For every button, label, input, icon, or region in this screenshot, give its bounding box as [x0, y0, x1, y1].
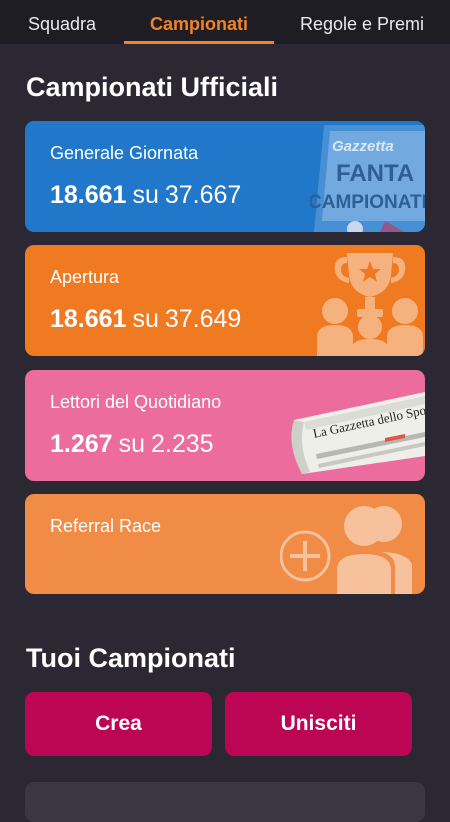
league-rank: 18.661 su 37.667 [50, 181, 241, 210]
league-card-apertura[interactable]: Apertura 18.661 su 37.649 [25, 245, 425, 356]
rank-position: 1.267 [50, 430, 113, 458]
league-name: Apertura [50, 267, 120, 287]
league-name: Lettori del Quotidiano [50, 392, 222, 412]
league-rank: 18.661 su 37.649 [50, 305, 241, 334]
league-name: Referral Race [50, 516, 162, 536]
trophy-team-icon [317, 253, 423, 356]
top-tab-bar: Squadra Campionati Regole e Premi [0, 0, 450, 44]
rank-separator: su [132, 181, 159, 209]
badge-fanta-text: FANTA [336, 160, 414, 187]
newspaper-icon: La Gazzetta dello Sport [291, 392, 425, 474]
league-card-generale-giornata[interactable]: Generale Giornata 18.661 su 37.667 Gazzett… [25, 121, 425, 232]
league-card-lettori-quotidiano[interactable]: Lettori del Quotidiano 1.267 su 2.235 La G… [25, 370, 425, 481]
tab-squadra[interactable]: Squadra [0, 0, 124, 44]
rank-separator: su [132, 305, 159, 333]
league-card-referral-race[interactable]: Referral Race [25, 494, 425, 594]
active-tab-indicator [124, 41, 274, 44]
rank-total: 37.649 [164, 305, 242, 333]
join-league-button[interactable]: Unisciti [225, 692, 412, 756]
rank-total: 2.235 [150, 430, 214, 458]
official-leagues-title: Campionati Ufficiali [26, 72, 279, 102]
tab-campionati[interactable]: Campionati [124, 0, 274, 44]
league-rank: 1.267 su 2.235 [50, 430, 214, 459]
rank-total: 37.667 [164, 181, 242, 209]
my-league-card[interactable] [25, 782, 425, 822]
rank-position: 18.661 [50, 181, 127, 209]
league-name: Generale Giornata [50, 143, 199, 163]
rank-separator: su [118, 430, 145, 458]
badge-gazzetta-text: Gazzetta [332, 138, 394, 155]
tab-regole-premi[interactable]: Regole e Premi [286, 0, 438, 44]
my-leagues-title: Tuoi Campionati [26, 643, 236, 673]
badge-campionati-text: CAMPIONATI [310, 192, 425, 213]
create-league-button[interactable]: Crea [25, 692, 212, 756]
add-friends-icon [280, 506, 412, 594]
fanta-campionati-badge: Gazzetta FANTA CAMPIONATI [310, 125, 425, 232]
rank-position: 18.661 [50, 305, 127, 333]
